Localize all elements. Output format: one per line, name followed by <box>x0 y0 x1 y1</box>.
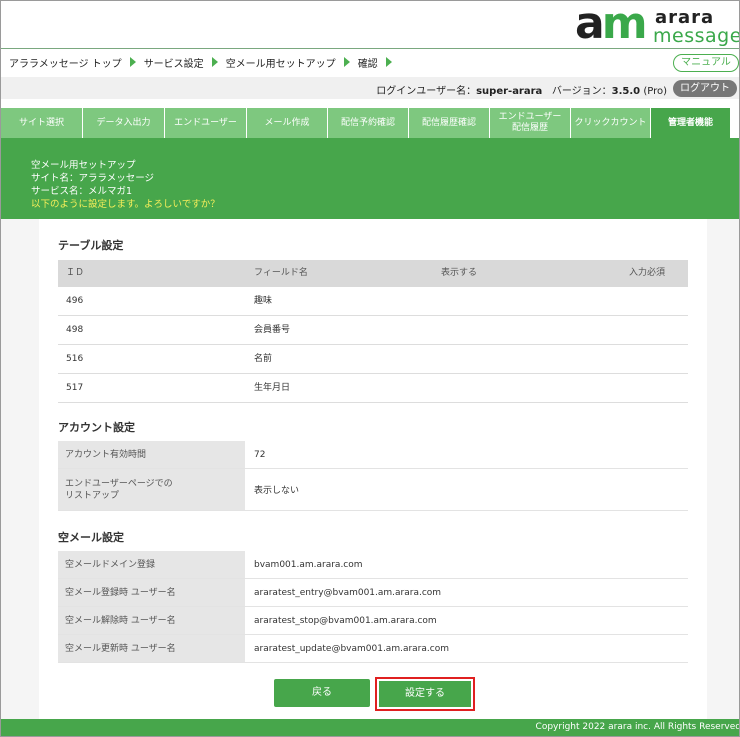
breadcrumb-empty-mail-setup[interactable]: 空メール用セットアップ <box>226 55 336 70</box>
footer: Copyright 2022 arara inc. All Rights Res… <box>1 719 739 736</box>
tab-delivery-history[interactable]: 配信履歴確認 <box>409 108 490 138</box>
submit-button[interactable]: 設定する <box>379 681 471 707</box>
tab-enduser-delivery-history[interactable]: エンドユーザー 配信履歴 <box>490 108 571 138</box>
tab-end-users[interactable]: エンドユーザー <box>165 108 247 138</box>
back-button[interactable]: 戻る <box>274 679 370 707</box>
breadcrumb-service-settings[interactable]: サービス設定 <box>144 55 204 70</box>
table-row: アカウント有効時間 72 <box>58 441 688 469</box>
edition-label: (Pro) <box>643 86 667 97</box>
arara-message-logo[interactable]: am arara message <box>575 2 739 47</box>
tab-data-io[interactable]: データ入出力 <box>83 108 165 138</box>
tab-mail-create[interactable]: メール作成 <box>247 108 328 138</box>
table-row: 空メール登録時 ユーザー名 araratest_entry@bvam001.am… <box>58 579 688 607</box>
main-nav-tabs: サイト選択 データ入出力 エンドユーザー メール作成 配信予約確認 配信履歴確認… <box>1 108 731 138</box>
section-title-account: アカウント設定 <box>58 421 135 434</box>
account-settings-table: アカウント有効時間 72 エンドユーザーページでの リストアップ 表示しない <box>58 441 688 511</box>
field-table: ＩＤ フィールド名 表示する 入力必須 496 趣味 498 会員番号 516 … <box>58 260 688 403</box>
confirm-message: 以下のように設定します。よろしいですか？ <box>31 199 220 210</box>
tab-admin[interactable]: 管理者機能 <box>651 108 731 138</box>
site-name: サイト名：アララメッセージ <box>31 173 155 184</box>
table-row: エンドユーザーページでの リストアップ 表示しない <box>58 469 688 511</box>
manual-button[interactable]: マニュアル <box>673 54 739 72</box>
breadcrumb-confirm: 確認 <box>357 58 378 70</box>
table-row: 496 趣味 <box>58 287 688 316</box>
table-row: 517 生年月日 <box>58 374 688 403</box>
user-info-bar: ログインユーザー名：super-arara バージョン：3.5.0 (Pro) <box>1 77 739 99</box>
breadcrumb: アララメッセージ トップ サービス設定 空メール用セットアップ 確認 <box>9 55 400 70</box>
tab-click-count[interactable]: クリックカウント <box>571 108 651 138</box>
tab-delivery-schedule[interactable]: 配信予約確認 <box>328 108 409 138</box>
breadcrumb-arrow-icon <box>129 57 136 67</box>
logout-button[interactable]: ログアウト <box>673 80 737 97</box>
breadcrumb-arrow-icon <box>211 57 218 67</box>
copyright-text: Copyright 2022 arara inc. All Rights Res… <box>535 722 740 732</box>
table-row: 空メールドメイン登録 bvam001.am.arara.com <box>58 551 688 579</box>
section-title-table: テーブル設定 <box>58 239 124 252</box>
page-title: 空メール用セットアップ <box>31 160 136 171</box>
table-row: 498 会員番号 <box>58 316 688 345</box>
breadcrumb-arrow-icon <box>385 57 392 67</box>
version-number: 3.5.0 <box>611 86 641 97</box>
page-notice: 空メール用セットアップ サイト名：アララメッセージ サービス名：メルマガ1 以下… <box>1 138 739 219</box>
tab-site-select[interactable]: サイト選択 <box>1 108 83 138</box>
table-header: ＩＤ フィールド名 表示する 入力必須 <box>58 260 688 287</box>
app-window: am arara message アララメッセージ トップ サービス設定 空メー… <box>0 0 740 737</box>
breadcrumb-arrow-icon <box>343 57 350 67</box>
table-row: 516 名前 <box>58 345 688 374</box>
table-row: 空メール更新時 ユーザー名 araratest_update@bvam001.a… <box>58 635 688 663</box>
section-title-empty-mail: 空メール設定 <box>58 531 124 544</box>
empty-mail-settings-table: 空メールドメイン登録 bvam001.am.arara.com 空メール登録時 … <box>58 551 688 663</box>
breadcrumb-top[interactable]: アララメッセージ トップ <box>9 55 122 70</box>
header-divider <box>1 48 739 49</box>
table-row: 空メール解除時 ユーザー名 araratest_stop@bvam001.am.… <box>58 607 688 635</box>
login-user-name: super-arara <box>476 86 543 97</box>
service-name: サービス名：メルマガ1 <box>31 186 133 197</box>
